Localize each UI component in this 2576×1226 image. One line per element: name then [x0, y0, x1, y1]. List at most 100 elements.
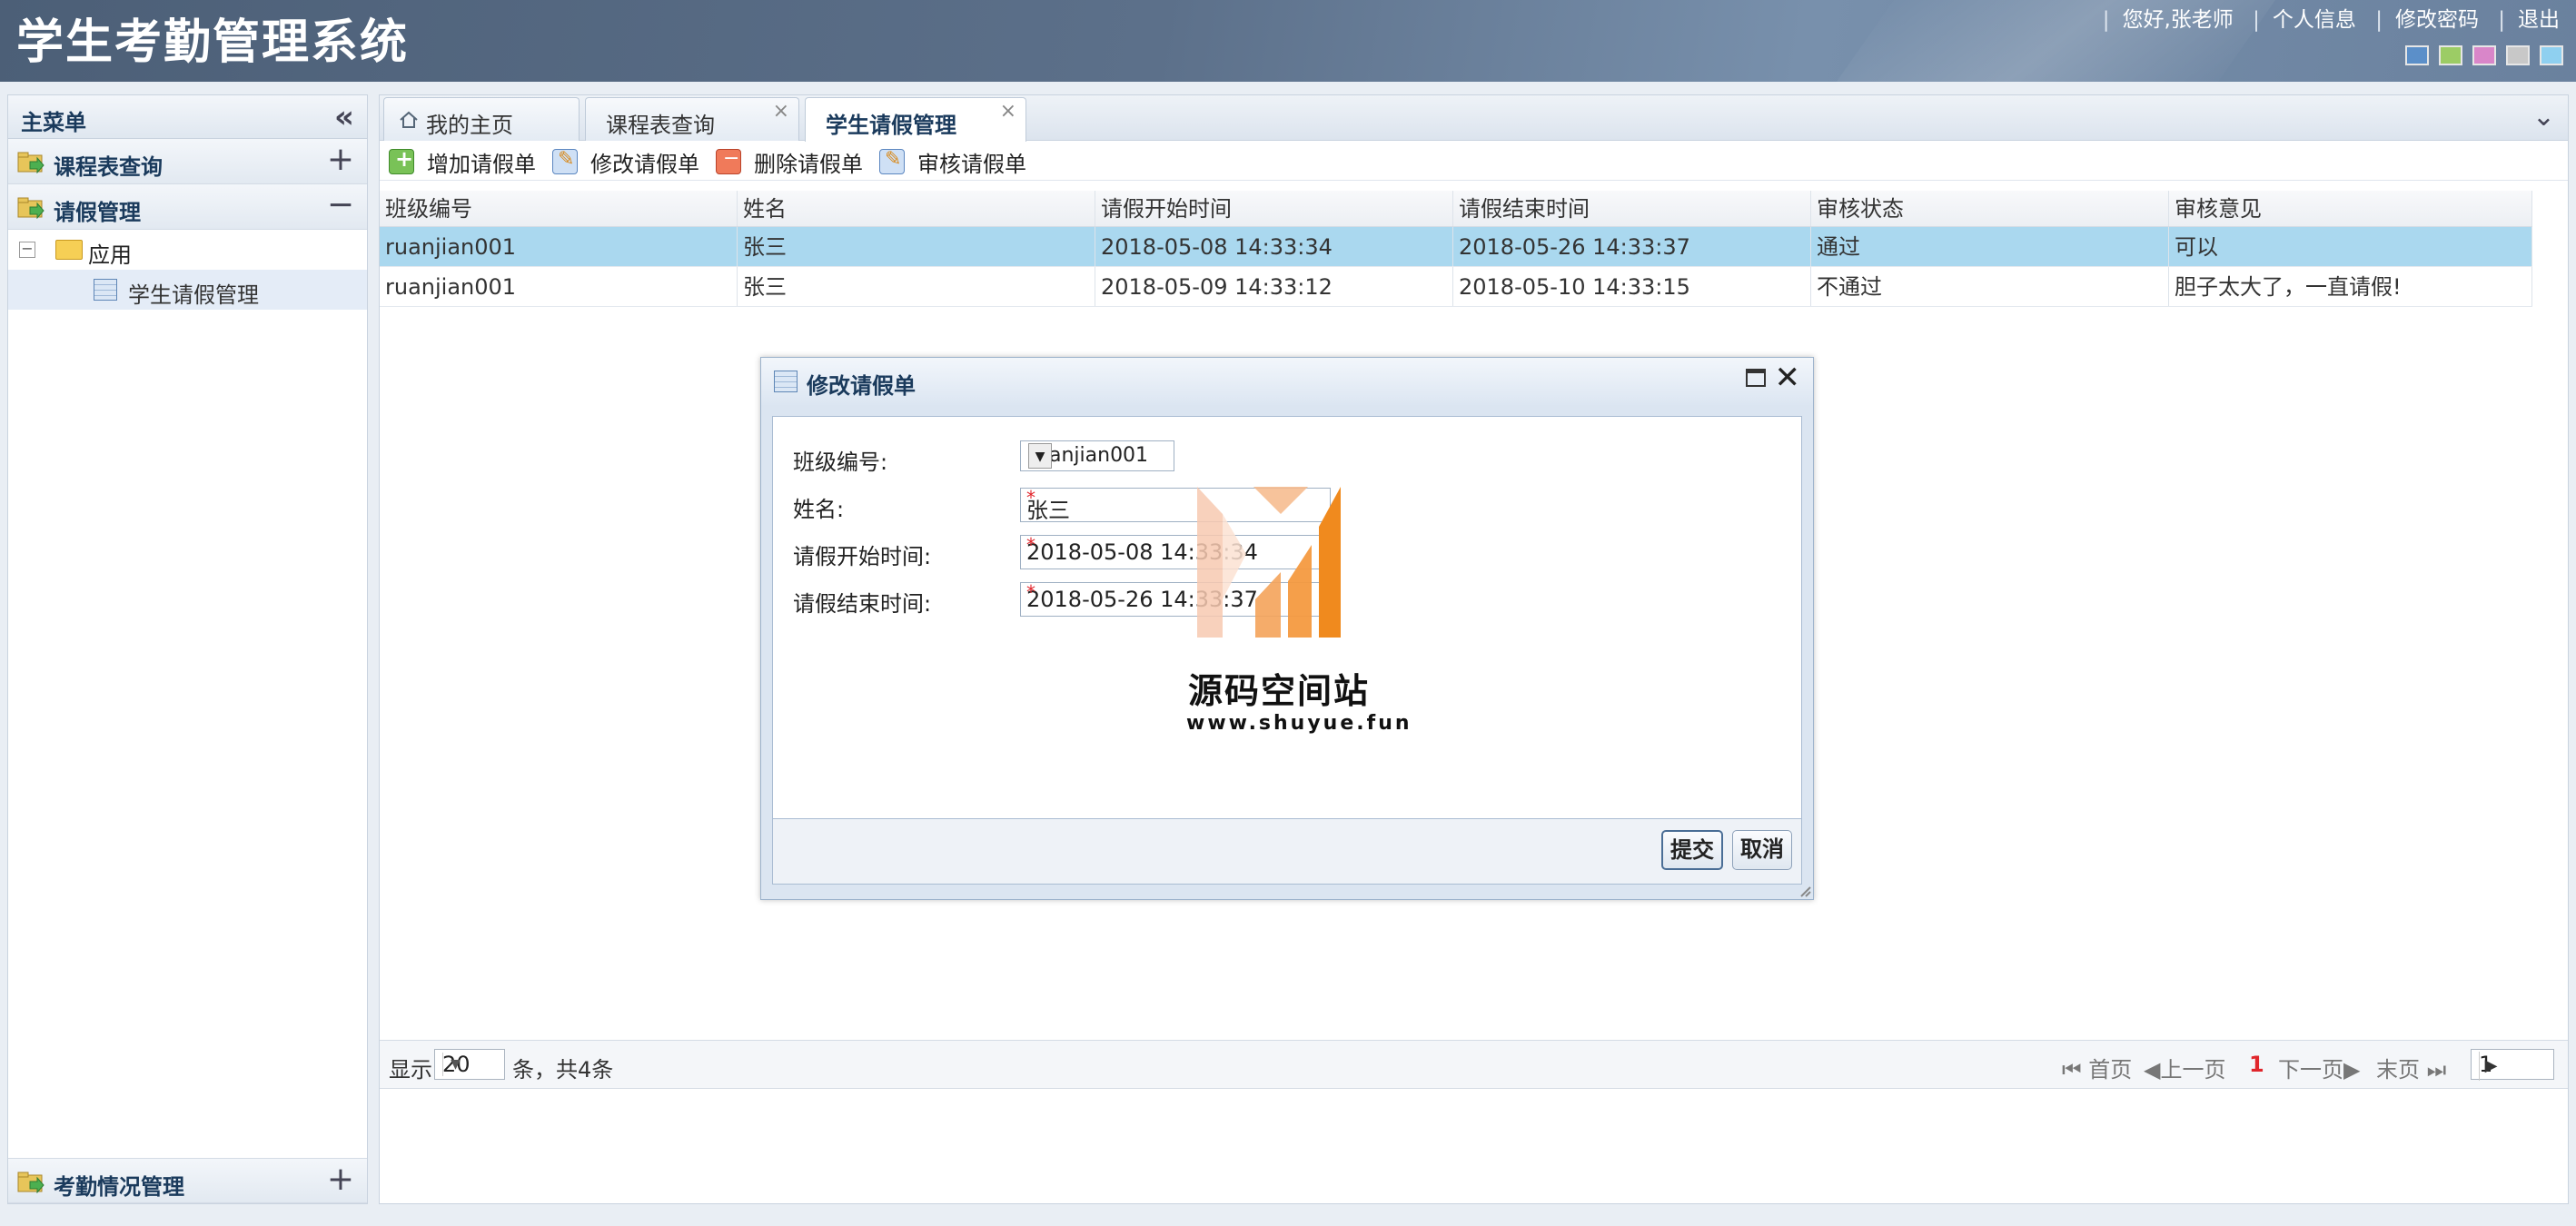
accordion-label: 考勤情况管理 — [54, 1174, 184, 1200]
field-label-start: 请假开始时间: — [793, 544, 932, 569]
menu-folder-icon — [17, 197, 45, 219]
table-cell: 通过 — [1811, 227, 2169, 266]
toolbar-label: 增加请假单 — [427, 151, 536, 177]
table-cell: 2018-05-26 14:33:37 — [1453, 227, 1811, 266]
next-page-button[interactable]: 下一页▶ — [2278, 1052, 2360, 1083]
edit-leave-button[interactable]: ✎ 修改请假单 — [552, 148, 699, 177]
delete-icon: − — [716, 147, 741, 174]
prev-page-button[interactable]: ◀上一页 — [2144, 1052, 2225, 1083]
pager-show-label: 显示 — [389, 1057, 432, 1083]
field-label-class: 班级编号: — [793, 450, 888, 475]
pager-count-text: 条，共4条 — [512, 1057, 614, 1083]
review-icon: ✎ — [879, 148, 905, 174]
tab-label: 课程表查询 — [606, 113, 715, 138]
first-page-button[interactable]: ⏮ 首页 — [2062, 1052, 2132, 1083]
theme-swatch[interactable] — [2506, 45, 2530, 65]
tab-label: 我的主页 — [426, 113, 513, 138]
end-time-input[interactable]: 2018-05-26 14:33:37 * — [1020, 581, 1331, 617]
tab-student-leave[interactable]: 学生请假管理 × — [805, 97, 1026, 142]
tab-close-icon[interactable]: × — [773, 100, 789, 123]
theme-switcher — [2405, 45, 2563, 65]
required-marker: * — [1026, 581, 1035, 603]
sidebar-title: 主菜单 — [21, 110, 86, 135]
theme-swatch[interactable] — [2472, 45, 2496, 65]
required-marker: * — [1026, 534, 1035, 556]
start-time-input[interactable]: 2018-05-08 14:33:34 * — [1020, 534, 1331, 569]
accordion-attendance[interactable]: 考勤情况管理 + — [8, 1158, 367, 1203]
tree-collapse-icon[interactable]: − — [19, 242, 35, 258]
collapse-sidebar-icon[interactable]: « — [334, 99, 354, 135]
menu-folder-icon — [17, 1172, 45, 1193]
grid-header: 班级编号 姓名 请假开始时间 请假结束时间 审核状态 审核意见 — [380, 191, 2532, 227]
column-header[interactable]: 请假结束时间 — [1453, 191, 1811, 226]
first-page-icon: ⏮ — [2062, 1057, 2082, 1083]
accordion-leave-management[interactable]: 请假管理 − — [8, 184, 367, 230]
accordion-course-query[interactable]: 课程表查询 + — [8, 139, 367, 184]
name-input[interactable]: 张三 * — [1020, 487, 1331, 523]
dialog-grid-icon — [774, 371, 798, 392]
toolbar-label: 审核请假单 — [917, 151, 1026, 177]
expand-icon[interactable]: + — [327, 141, 354, 178]
add-icon: + — [389, 146, 414, 174]
edit-icon: ✎ — [552, 148, 578, 174]
dialog-title: 修改请假单 — [807, 373, 916, 399]
review-leave-button[interactable]: ✎ 审核请假单 — [879, 148, 1026, 177]
toolbar-label: 删除请假单 — [754, 151, 863, 177]
table-cell: ruanjian001 — [380, 267, 738, 306]
add-leave-button[interactable]: + 增加请假单 — [389, 146, 536, 177]
change-password-link[interactable]: 修改密码 — [2395, 8, 2479, 32]
table-row[interactable]: ruanjian001 张三 2018-05-09 14:33:12 2018-… — [380, 267, 2532, 307]
column-header[interactable]: 姓名 — [738, 191, 1095, 226]
column-header[interactable]: 审核意见 — [2169, 191, 2532, 226]
greeting-link[interactable]: 您好,张老师 — [2123, 8, 2234, 32]
app-title: 学生考勤管理系统 — [16, 15, 410, 70]
tab-close-icon[interactable]: × — [1000, 100, 1016, 123]
tree-folder-label: 应用 — [88, 242, 132, 268]
personal-info-link[interactable]: 个人信息 — [2273, 8, 2356, 32]
column-header[interactable]: 班级编号 — [380, 191, 738, 226]
theme-swatch[interactable] — [2439, 45, 2462, 65]
field-label-name: 姓名: — [793, 497, 845, 522]
tab-course-query[interactable]: 课程表查询 × — [585, 97, 799, 141]
collapse-icon[interactable]: − — [327, 186, 354, 223]
delete-leave-button[interactable]: − 删除请假单 — [716, 147, 863, 177]
table-cell: 张三 — [738, 227, 1095, 266]
sidebar: 主菜单 « 课程表查询 + 请假管理 − − 应用 学生请假管理 考勤情况管理 … — [7, 94, 368, 1204]
tab-home[interactable]: 我的主页 — [383, 97, 580, 141]
expand-icon[interactable]: + — [327, 1161, 354, 1198]
table-cell: 2018-05-09 14:33:12 — [1095, 267, 1453, 306]
chevron-down-icon: ▼ — [1028, 443, 1052, 469]
submit-button[interactable]: 提交 — [1661, 830, 1723, 870]
theme-swatch[interactable] — [2405, 45, 2429, 65]
class-select[interactable]: ruanjian001 ▼ — [1020, 440, 1174, 471]
pager: 显示 20 ▼ 条，共4条 ⏮ 首页 ◀上一页 1 下一页▶ 末页 ⏭ 1 ▶ — [380, 1040, 2568, 1089]
toolbar: + 增加请假单 ✎ 修改请假单 − 删除请假单 ✎ 审核请假单 — [380, 141, 2568, 181]
logout-link[interactable]: 退出 — [2518, 8, 2560, 32]
table-row[interactable]: ruanjian001 张三 2018-05-08 14:33:34 2018-… — [380, 227, 2532, 267]
column-header[interactable]: 审核状态 — [1811, 191, 2169, 226]
page-size-select[interactable]: 20 ▼ — [434, 1049, 505, 1080]
field-label-end: 请假结束时间: — [793, 591, 932, 617]
column-header[interactable]: 请假开始时间 — [1095, 191, 1453, 226]
resize-handle-icon[interactable] — [1798, 885, 1811, 897]
tree-item-label: 学生请假管理 — [128, 282, 259, 308]
theme-swatch[interactable] — [2540, 45, 2563, 65]
go-page-icon[interactable]: ▶ — [2479, 1052, 2502, 1081]
page-number-input[interactable]: 1 ▶ — [2471, 1049, 2554, 1081]
dialog-header: 修改请假单 ✕ — [761, 358, 1813, 405]
tree-folder-app[interactable]: − 应用 — [8, 230, 367, 270]
close-icon[interactable]: ✕ — [1775, 360, 1801, 396]
table-cell: 2018-05-10 14:33:15 — [1453, 267, 1811, 306]
tab-menu-chevron-icon[interactable]: ⌄ — [2532, 101, 2555, 133]
folder-icon — [55, 240, 83, 260]
cancel-button[interactable]: 取消 — [1732, 830, 1792, 870]
accordion-label: 请假管理 — [54, 200, 141, 225]
prev-page-icon: ◀ — [2144, 1057, 2161, 1083]
home-icon — [400, 111, 418, 128]
last-page-icon: ⏭ — [2426, 1057, 2447, 1083]
tree-item-student-leave[interactable]: 学生请假管理 — [8, 270, 367, 310]
maximize-icon[interactable] — [1746, 369, 1766, 387]
last-page-button[interactable]: 末页 ⏭ — [2376, 1052, 2446, 1083]
table-cell: 张三 — [738, 267, 1095, 306]
menu-folder-icon — [17, 152, 45, 173]
